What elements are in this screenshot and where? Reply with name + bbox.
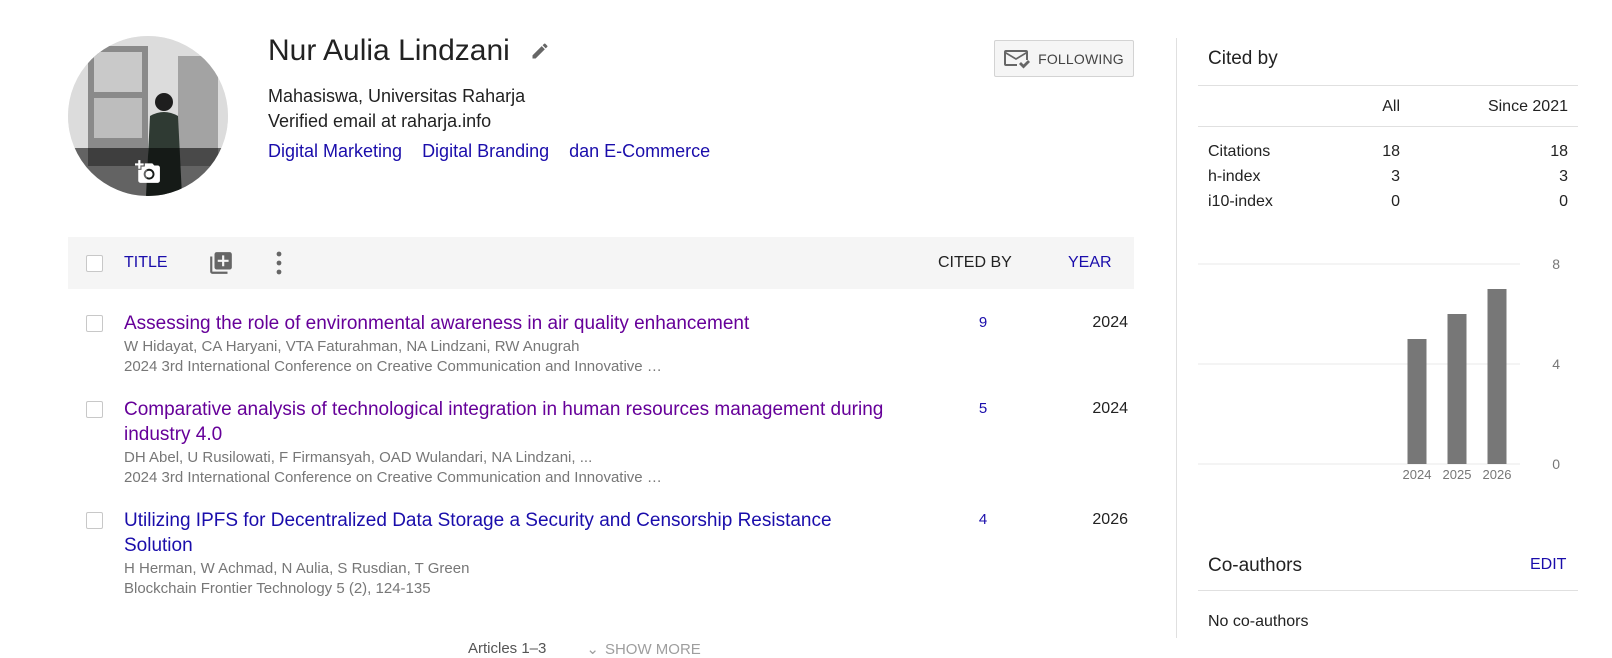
stat-all: 3 — [1391, 168, 1400, 185]
divider — [1198, 85, 1578, 86]
affiliation: Mahasiswa, Universitas Raharja — [268, 86, 526, 106]
chart-bar[interactable] — [1407, 339, 1427, 464]
y-tick-label: 8 — [1552, 256, 1560, 272]
x-tick-label: 2026 — [1483, 467, 1512, 482]
cited-by-count[interactable]: 5 — [968, 400, 998, 417]
article-title[interactable]: Assessing the role of environmental awar… — [124, 311, 884, 336]
cited-by-count[interactable]: 9 — [968, 314, 998, 331]
cited-by-title: Cited by — [1208, 48, 1278, 69]
interest-link[interactable]: dan E-Commerce — [569, 141, 710, 162]
cited-by-header[interactable]: CITED BY — [938, 254, 1012, 272]
row-checkbox[interactable] — [86, 401, 103, 418]
citations-per-year-chart: 0 4 8 2024 2025 2026 — [1198, 250, 1588, 490]
chart-bar[interactable] — [1487, 289, 1507, 464]
stat-all: 18 — [1382, 143, 1400, 160]
select-all-checkbox[interactable] — [86, 255, 103, 272]
profile-name: Nur Aulia Lindzani — [268, 34, 550, 68]
following-button[interactable]: FOLLOWING — [994, 40, 1134, 77]
cited-by-count[interactable]: 4 — [968, 511, 998, 528]
article-venue: Blockchain Frontier Technology 5 (2), 12… — [124, 580, 431, 597]
article-authors: H Herman, W Achmad, N Aulia, S Rusdian, … — [124, 560, 470, 577]
following-label: FOLLOWING — [1038, 50, 1124, 67]
chart-bar[interactable] — [1447, 314, 1467, 464]
stats-col-since: Since 2021 — [1487, 98, 1568, 115]
interest-link[interactable]: Digital Branding — [422, 141, 549, 162]
add-photo-icon — [135, 160, 160, 183]
stat-label: i10-index — [1208, 193, 1273, 210]
change-photo-button[interactable] — [68, 148, 228, 196]
show-more-label: SHOW MORE — [604, 640, 701, 658]
table-row: Utilizing IPFS for Decentralized Data St… — [68, 508, 1134, 598]
article-year: 2024 — [1092, 314, 1128, 331]
table-row: Assessing the role of environmental awar… — [68, 311, 1134, 381]
chevron-down-icon: ⌄ — [586, 641, 599, 658]
article-venue: 2024 3rd International Conference on Cre… — [124, 358, 662, 375]
pencil-icon[interactable] — [530, 41, 550, 61]
stat-label: h-index — [1208, 168, 1261, 185]
title-sort-header[interactable]: TITLE — [124, 254, 168, 272]
y-tick-label: 0 — [1552, 456, 1560, 472]
stats-col-all: All — [1382, 98, 1400, 115]
interest-link[interactable]: Digital Marketing — [268, 141, 402, 162]
articles-table-header: TITLE CITED BY YEAR — [68, 237, 1134, 289]
stat-since: 0 — [1559, 193, 1568, 210]
no-coauthors-text: No co-authors — [1208, 613, 1309, 630]
stat-since: 3 — [1559, 168, 1568, 185]
year-sort-header[interactable]: YEAR — [1068, 254, 1112, 272]
profile-name-text: Nur Aulia Lindzani — [268, 34, 510, 67]
row-checkbox[interactable] — [86, 315, 103, 332]
table-row: Comparative analysis of technological in… — [68, 397, 1134, 487]
divider — [1198, 590, 1578, 591]
citations-chart-svg: 0 4 8 2024 2025 2026 — [1198, 256, 1560, 482]
article-venue: 2024 3rd International Conference on Cre… — [124, 469, 662, 486]
articles-range: Articles 1–3 — [468, 640, 547, 657]
stat-all: 0 — [1391, 193, 1400, 210]
verified-email: Verified email at raharja.info — [268, 111, 492, 131]
research-interests: Digital Marketing Digital Branding dan E… — [268, 141, 710, 162]
y-tick-label: 4 — [1552, 356, 1560, 372]
divider — [1198, 126, 1578, 127]
article-title[interactable]: Utilizing IPFS for Decentralized Data St… — [124, 508, 884, 558]
show-more-button[interactable]: ⌄ SHOW MORE — [586, 640, 700, 658]
mail-check-icon — [1004, 49, 1031, 68]
x-tick-label: 2024 — [1403, 467, 1432, 482]
pagination-footer: Articles 1–3 ⌄ SHOW MORE — [468, 640, 701, 658]
row-checkbox[interactable] — [86, 512, 103, 529]
article-year: 2026 — [1092, 511, 1128, 528]
coauthors-title: Co-authors — [1208, 555, 1302, 576]
article-authors: DH Abel, U Rusilowati, F Firmansyah, OAD… — [124, 449, 593, 466]
column-divider — [1176, 38, 1177, 638]
article-year: 2024 — [1092, 400, 1128, 417]
x-tick-label: 2025 — [1443, 467, 1472, 482]
stat-label: Citations — [1208, 143, 1271, 160]
article-authors: W Hidayat, CA Haryani, VTA Faturahman, N… — [124, 338, 580, 355]
coauthors-edit-button[interactable]: EDIT — [1530, 556, 1566, 574]
more-vert-icon[interactable] — [274, 250, 284, 276]
stat-since: 18 — [1550, 143, 1568, 160]
article-title[interactable]: Comparative analysis of technological in… — [124, 397, 884, 447]
add-to-library-icon[interactable] — [208, 250, 234, 276]
avatar[interactable] — [68, 36, 228, 196]
